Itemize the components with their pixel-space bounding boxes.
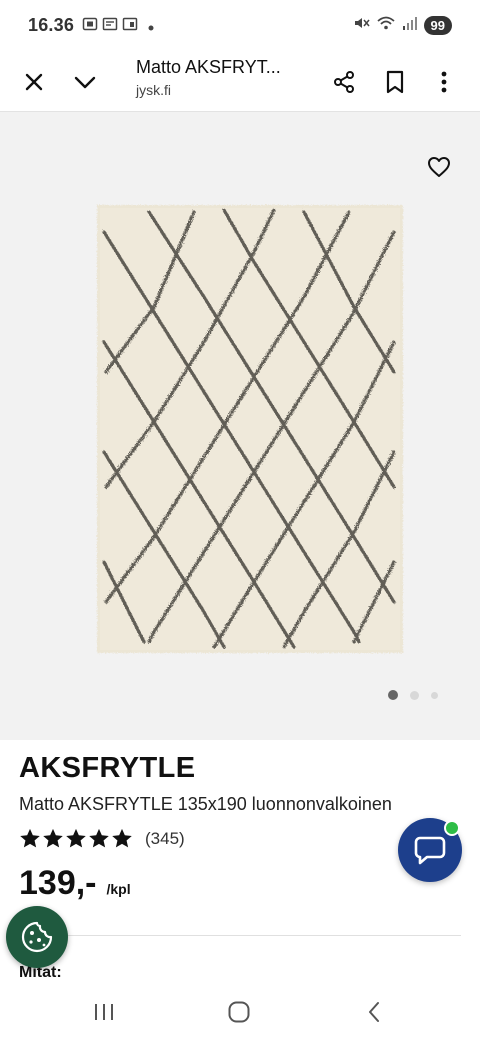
- battery-indicator: 99: [423, 16, 452, 35]
- status-notification-icons: [82, 16, 154, 37]
- wifi-icon: [376, 14, 396, 37]
- more-vertical-icon: [441, 71, 447, 93]
- divider: [19, 935, 461, 936]
- recents-icon: [95, 1004, 113, 1020]
- back-button[interactable]: [354, 996, 394, 1028]
- pagination-dot-2[interactable]: [410, 690, 419, 700]
- status-time: 16.36: [28, 15, 75, 35]
- close-icon: [25, 73, 43, 91]
- back-icon: [369, 1002, 379, 1022]
- status-system-icons: 99: [352, 14, 452, 37]
- news-icon: [102, 16, 118, 37]
- recents-button[interactable]: [84, 996, 124, 1028]
- system-navigation-bar: [0, 984, 480, 1040]
- product-gallery[interactable]: [0, 112, 480, 740]
- wishlist-button[interactable]: [422, 150, 456, 184]
- cookie-icon: [21, 921, 53, 953]
- dot-icon: [148, 18, 154, 36]
- chevron-down-icon: [74, 76, 96, 89]
- bookmark-icon: [386, 70, 404, 94]
- screenshot-icon: [82, 16, 98, 37]
- bookmark-button[interactable]: [375, 62, 415, 102]
- more-options-button[interactable]: [424, 62, 464, 102]
- share-button[interactable]: [324, 62, 364, 102]
- news-icon-2: [122, 16, 138, 37]
- pagination-dot-3[interactable]: [431, 691, 438, 699]
- chat-button[interactable]: [398, 818, 462, 882]
- star-icon: [20, 828, 40, 848]
- price-row: 139,- /kpl: [19, 864, 131, 903]
- product-rating[interactable]: (345): [19, 828, 185, 849]
- page-title: Matto AKSFRYT...: [136, 57, 281, 77]
- home-button[interactable]: [219, 996, 259, 1028]
- gallery-pagination: [388, 690, 438, 700]
- status-bar: 16.36 99: [0, 0, 480, 52]
- minimize-button[interactable]: [65, 62, 105, 102]
- chat-bubble-icon: [414, 836, 446, 865]
- star-icon: [43, 828, 63, 848]
- share-icon: [334, 71, 354, 93]
- page: 16.36 99 Matto AKSFRYT... jysk.fi AKSFRY…: [0, 0, 480, 1040]
- heart-icon: [428, 157, 450, 177]
- product-subtitle: Matto AKSFRYTLE 135x190 luonnonvalkoinen: [19, 794, 392, 814]
- star-icon: [66, 828, 86, 848]
- home-icon: [228, 1001, 250, 1023]
- star-icon: [89, 828, 109, 848]
- browser-toolbar: Matto AKSFRYT... jysk.fi: [0, 52, 480, 112]
- close-button[interactable]: [14, 62, 54, 102]
- online-status-badge: [444, 820, 460, 836]
- cookie-settings-button[interactable]: [6, 906, 68, 968]
- pagination-dot-1[interactable]: [388, 690, 398, 700]
- page-domain: jysk.fi: [136, 82, 171, 98]
- star-icon: [112, 828, 132, 848]
- product-brand: AKSFRYTLE: [19, 752, 196, 784]
- rug-product-image: [97, 205, 403, 653]
- rating-stars: [19, 828, 133, 849]
- mute-icon: [352, 14, 370, 37]
- product-price: 139,-: [19, 864, 97, 902]
- review-count: (345): [145, 828, 185, 848]
- price-unit: /kpl: [106, 881, 131, 897]
- signal-icon: [402, 15, 418, 36]
